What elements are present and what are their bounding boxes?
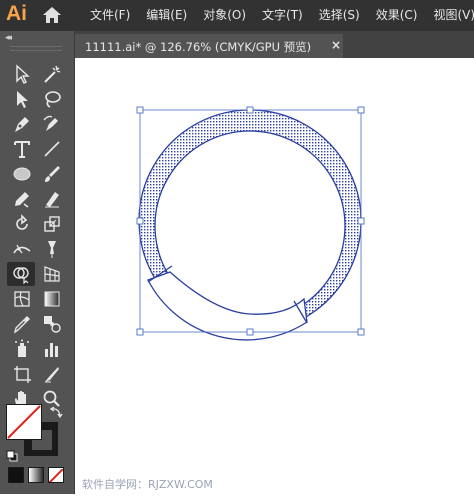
collapse-panel-button[interactable]: ◂◂ xyxy=(5,33,12,43)
none-slash-icon xyxy=(49,468,63,482)
direct-selection-icon[interactable] xyxy=(8,87,36,111)
color-mode-button[interactable] xyxy=(8,467,24,483)
menu-object[interactable]: 对象(O) xyxy=(195,0,254,31)
menu-edit[interactable]: 编辑(E) xyxy=(138,0,195,31)
document-tab-bar: 11111.ai* @ 126.76% (CMYK/GPU 预览) × xyxy=(75,31,474,58)
column-graph-icon[interactable] xyxy=(38,337,66,361)
document-tab-title: 11111.ai* @ 126.76% (CMYK/GPU 预览) xyxy=(85,40,312,54)
gradient-icon[interactable] xyxy=(38,287,66,311)
shape-builder-icon[interactable] xyxy=(7,262,35,286)
magic-wand-icon[interactable] xyxy=(38,62,66,86)
ellipse-icon[interactable] xyxy=(8,162,36,186)
perspective-grid-icon[interactable] xyxy=(38,262,66,286)
scale-icon[interactable] xyxy=(38,212,66,236)
menu-view[interactable]: 视图(V) xyxy=(425,0,474,31)
pen-icon[interactable] xyxy=(8,112,36,136)
mesh-icon[interactable] xyxy=(8,287,36,311)
eraser-icon[interactable] xyxy=(38,187,66,211)
menu-effect[interactable]: 效果(C) xyxy=(368,0,426,31)
panel-grip[interactable] xyxy=(10,46,62,51)
width-tool-icon[interactable] xyxy=(8,237,36,261)
type-icon[interactable] xyxy=(8,137,36,161)
menu-select[interactable]: 选择(S) xyxy=(311,0,368,31)
fill-color-swatch[interactable] xyxy=(6,404,42,440)
home-icon[interactable] xyxy=(42,6,62,28)
curvature-icon[interactable] xyxy=(38,112,66,136)
paintbrush-icon[interactable] xyxy=(38,162,66,186)
menu-bar: Ai 文件(F) 编辑(E) 对象(O) 文字(T) 选择(S) 效果(C) 视… xyxy=(0,0,474,31)
artboard-canvas[interactable] xyxy=(75,58,474,494)
menu-type[interactable]: 文字(T) xyxy=(254,0,311,31)
line-segment-icon[interactable] xyxy=(38,137,66,161)
puppet-warp-icon[interactable] xyxy=(38,237,66,261)
symbol-sprayer-icon[interactable] xyxy=(8,337,36,361)
gradient-mode-button[interactable] xyxy=(28,467,44,483)
artwork[interactable] xyxy=(75,58,474,494)
app-logo: Ai xyxy=(6,2,27,25)
blend-icon[interactable] xyxy=(38,312,66,336)
artboard-icon[interactable] xyxy=(8,362,36,386)
swap-fill-stroke-icon[interactable] xyxy=(49,404,64,423)
none-mode-button[interactable] xyxy=(48,467,64,483)
shaper-icon[interactable] xyxy=(8,187,36,211)
document-tab[interactable]: 11111.ai* @ 126.76% (CMYK/GPU 预览) × xyxy=(75,34,343,58)
watermark-text: 软件自学网：RJZXW.COM xyxy=(82,478,213,491)
rotate-icon[interactable] xyxy=(8,212,36,236)
none-slash-icon xyxy=(7,405,41,439)
eyedropper-icon[interactable] xyxy=(8,312,36,336)
tab-close-button[interactable]: × xyxy=(331,38,341,52)
main-menu: 文件(F) 编辑(E) 对象(O) 文字(T) 选择(S) 效果(C) 视图(V… xyxy=(82,0,474,31)
slice-icon[interactable] xyxy=(38,362,66,386)
menu-file[interactable]: 文件(F) xyxy=(82,0,138,31)
default-colors-icon[interactable] xyxy=(6,447,18,466)
lasso-icon[interactable] xyxy=(38,87,66,111)
lower-segment-shape[interactable] xyxy=(147,271,308,341)
selection-tool-icon[interactable] xyxy=(8,62,36,86)
